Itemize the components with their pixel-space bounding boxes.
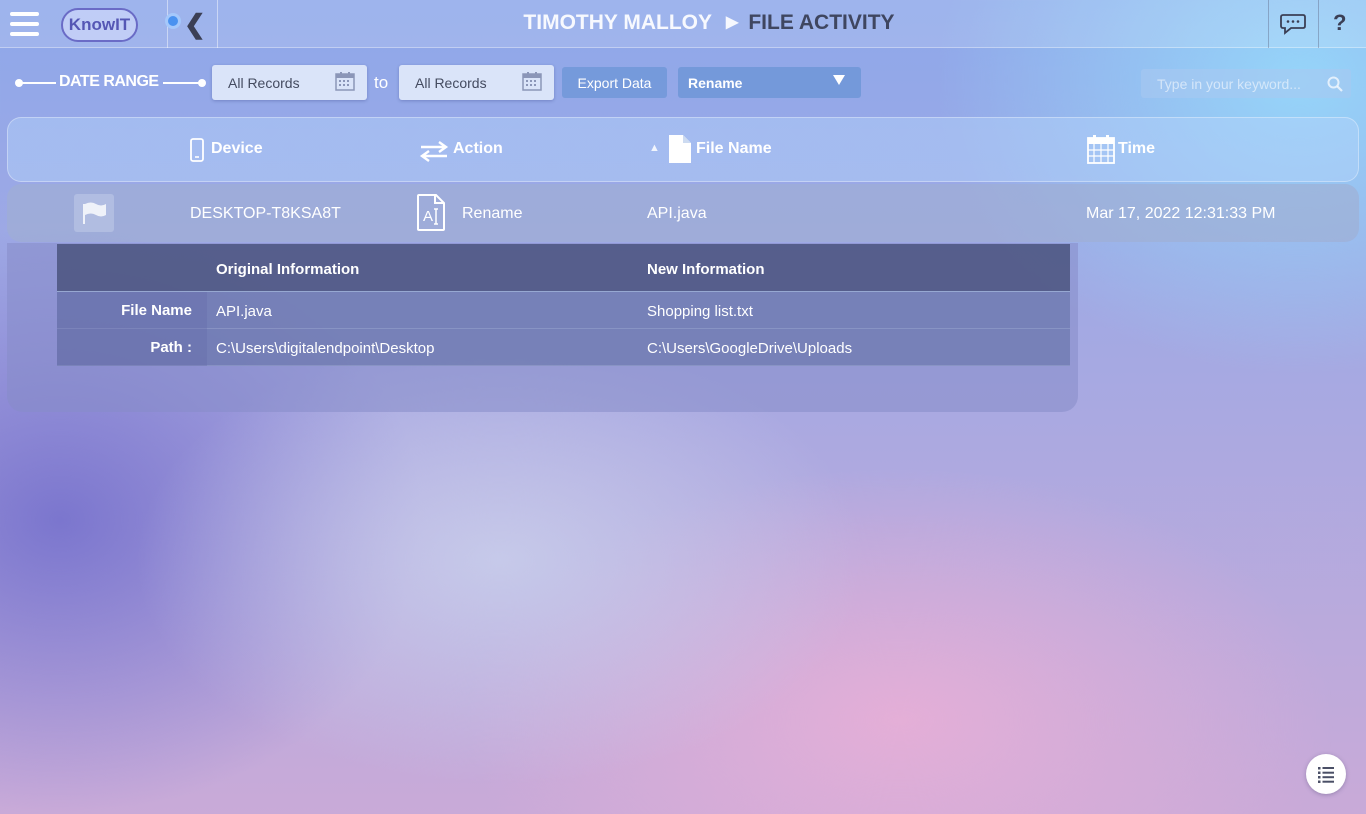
column-header-device[interactable]: Device (190, 138, 263, 162)
calendar-icon[interactable] (522, 71, 542, 91)
top-bar: KnowIT ❮ TIMOTHY MALLOY ▶ FILE ACTIVITY ? (0, 0, 1366, 48)
column-label-device: Device (211, 140, 263, 157)
calendar-icon[interactable] (335, 71, 355, 91)
range-line (19, 82, 56, 84)
flag-button[interactable] (74, 194, 114, 232)
detail-table-header: Original Information New Information (57, 244, 1070, 292)
new-value: C:\Users\GoogleDrive\Uploads (647, 340, 853, 357)
file-name-cell: API.java (647, 205, 707, 222)
sort-up-icon: ▲ (649, 142, 660, 154)
breadcrumb-page: FILE ACTIVITY (748, 11, 895, 34)
device-cell: DESKTOP-T8KSA8T (190, 205, 341, 222)
phone-icon (190, 138, 204, 162)
chat-icon[interactable] (1280, 13, 1306, 35)
column-header-time[interactable]: Time (1087, 135, 1156, 164)
export-data-button[interactable]: Export Data (562, 67, 667, 98)
help-icon[interactable]: ? (1333, 10, 1346, 36)
caret-down-icon (833, 75, 845, 85)
original-info-header: Original Information (216, 261, 360, 278)
new-info-header: New Information (647, 261, 765, 278)
detail-row-file-name: File Name API.java Shopping list.txt (57, 292, 1070, 329)
column-header-action[interactable]: Action (419, 140, 503, 162)
to-label: to (374, 73, 389, 92)
date-to-value: All Records (415, 75, 487, 91)
flag-icon (83, 202, 106, 224)
original-value: C:\Users\digitalendpoint\Desktop (216, 340, 435, 357)
date-range-label: DATE RANGE (59, 73, 159, 90)
column-label-action: Action (453, 140, 503, 157)
action-filter-value: Rename (688, 75, 743, 91)
svg-text:A: A (423, 208, 433, 225)
new-value: Shopping list.txt (647, 303, 753, 320)
date-from-field[interactable]: All Records (212, 65, 367, 100)
rename-file-icon: A (417, 194, 445, 231)
time-cell: Mar 17, 2022 12:31:33 PM (1086, 205, 1276, 222)
file-icon (669, 135, 691, 163)
column-label-file-name: File Name (696, 140, 772, 157)
range-line (163, 82, 201, 84)
list-view-button[interactable] (1306, 754, 1346, 794)
detail-panel: Original Information New Information Fil… (7, 243, 1078, 412)
search-box (1141, 69, 1351, 98)
breadcrumb-user[interactable]: TIMOTHY MALLOY (523, 11, 712, 34)
action-filter-select[interactable]: Rename (678, 67, 861, 98)
list-icon (1318, 767, 1334, 783)
table-header: Device Action ▲ File Name Time (7, 117, 1359, 182)
detail-table: Original Information New Information Fil… (57, 244, 1070, 366)
calendar-icon (1087, 135, 1115, 164)
range-dot (198, 79, 206, 87)
column-header-file-name[interactable]: ▲ File Name (649, 135, 772, 163)
page-title: TIMOTHY MALLOY ▶ FILE ACTIVITY (0, 11, 1366, 35)
detail-row-path: Path : C:\Users\digitalendpoint\Desktop … (57, 329, 1070, 366)
divider (1268, 0, 1269, 48)
search-input[interactable] (1141, 69, 1321, 98)
action-cell: Rename (462, 205, 523, 222)
table-row[interactable]: DESKTOP-T8KSA8T A Rename API.java Mar 17… (7, 184, 1359, 242)
detail-label: File Name (57, 292, 207, 329)
divider (1318, 0, 1319, 48)
date-to-field[interactable]: All Records (399, 65, 554, 100)
column-label-time: Time (1118, 140, 1156, 157)
breadcrumb-arrow-icon: ▶ (726, 14, 739, 31)
detail-label: Path : (57, 329, 207, 366)
swap-arrows-icon (419, 141, 449, 162)
date-from-value: All Records (228, 75, 300, 91)
search-icon[interactable] (1327, 76, 1343, 92)
original-value: API.java (216, 303, 272, 320)
